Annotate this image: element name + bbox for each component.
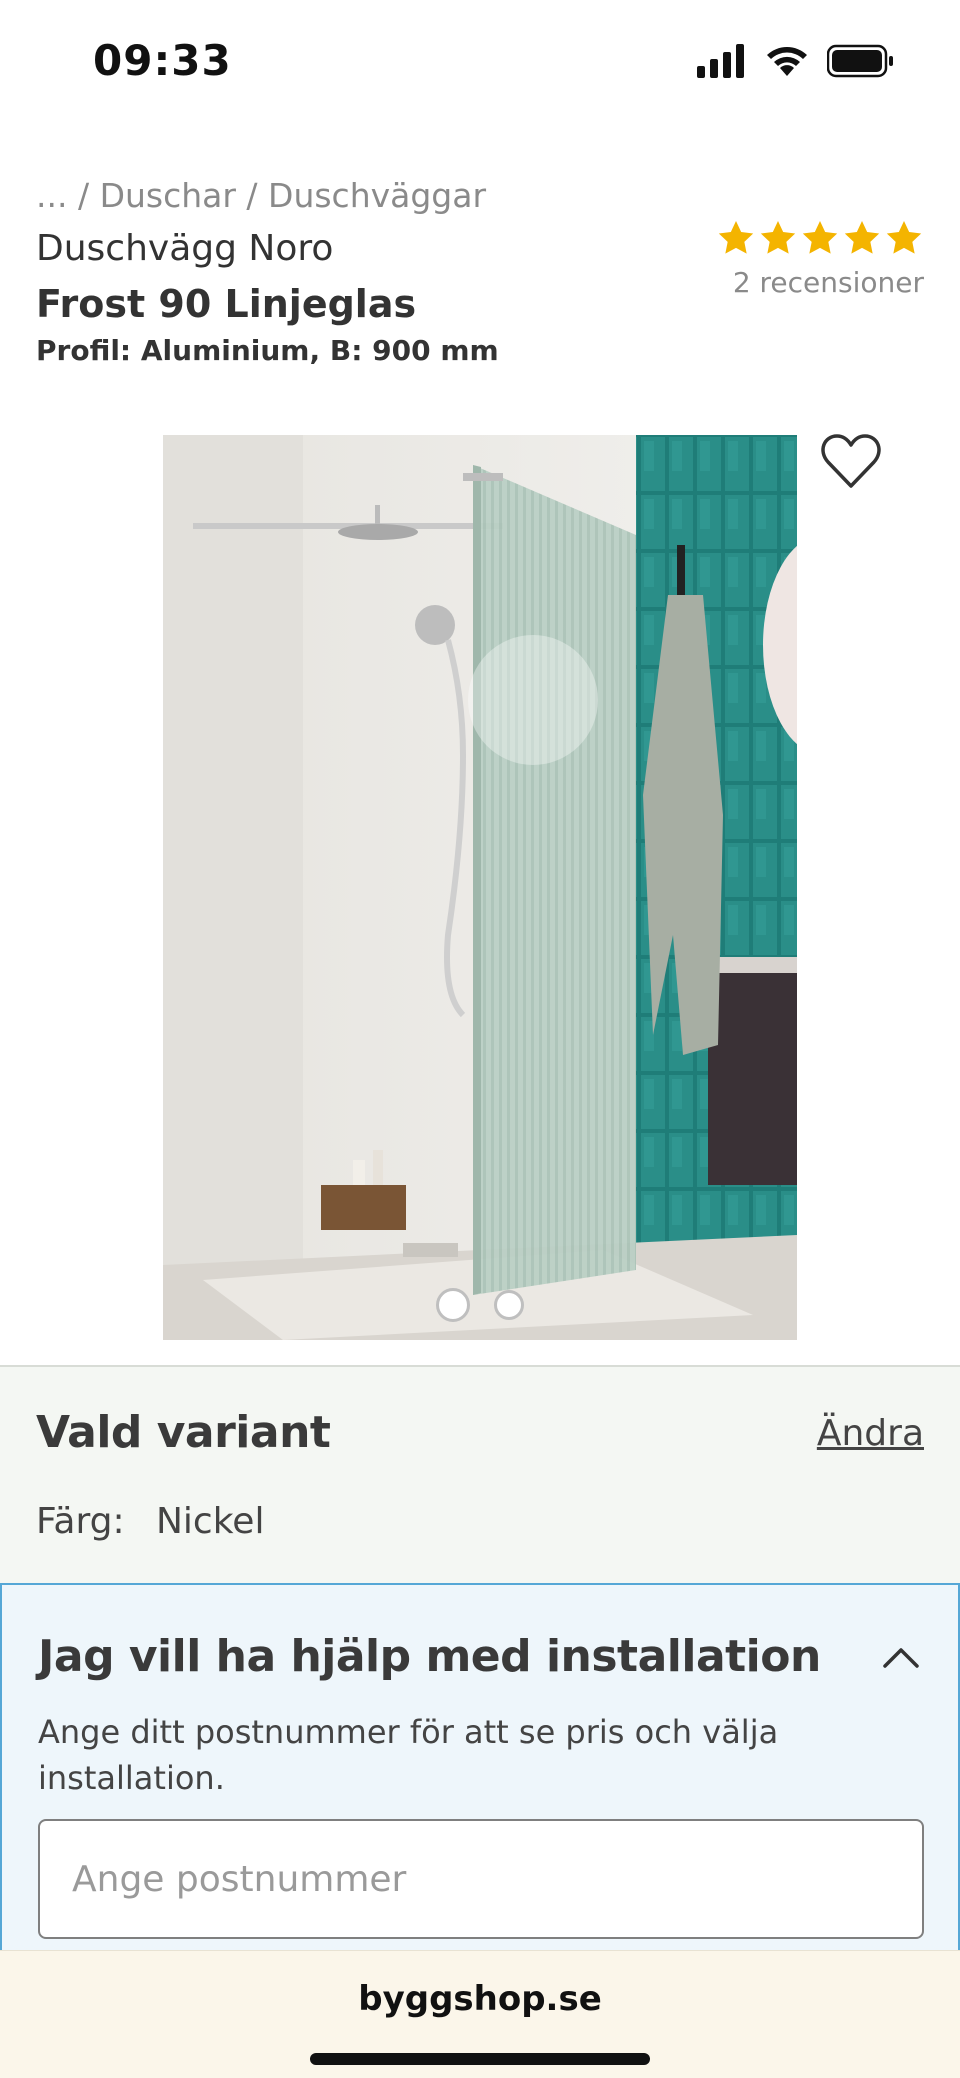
postcode-input[interactable] xyxy=(38,1819,924,1939)
browser-domain[interactable]: byggshop.se xyxy=(0,1979,960,2019)
favorite-heart-icon[interactable] xyxy=(820,432,882,490)
installation-help-title[interactable]: Jag vill ha hjälp med installation xyxy=(38,1631,821,1682)
chevron-up-icon[interactable] xyxy=(882,1645,920,1669)
star-icon xyxy=(844,221,880,254)
product-variant-title: Frost 90 Linjeglas xyxy=(36,282,417,326)
star-icon xyxy=(718,221,754,254)
page: 09:33 ... / Duschar / Duschväggar Duschv… xyxy=(0,0,960,2078)
installation-help-section: Jag vill ha hjälp med installation Ange … xyxy=(0,1583,960,1963)
star-icon xyxy=(760,221,796,254)
wifi-icon xyxy=(767,47,807,76)
rating[interactable]: 2 recensioner xyxy=(716,218,924,299)
status-bar: 09:33 xyxy=(0,0,960,120)
breadcrumb[interactable]: ... / Duschar / Duschväggar xyxy=(36,176,486,215)
star-rating xyxy=(716,218,924,258)
product-photo xyxy=(163,435,797,1340)
battery-icon xyxy=(827,44,893,78)
star-icon xyxy=(802,221,838,254)
home-indicator[interactable] xyxy=(310,2053,650,2065)
color-value: Nickel xyxy=(156,1501,265,1542)
product-name: Duschvägg Noro xyxy=(36,228,334,269)
star-icon xyxy=(886,221,922,254)
change-variant-link[interactable]: Ändra xyxy=(817,1413,924,1454)
selected-variant-title: Vald variant xyxy=(36,1407,331,1458)
browser-address-bar[interactable]: byggshop.se xyxy=(0,1950,960,2078)
cellular-signal-icon xyxy=(697,44,744,78)
status-icons xyxy=(697,44,895,78)
pagination-dot[interactable] xyxy=(494,1290,524,1320)
selected-variant-section: Vald variant Ändra Färg: Nickel xyxy=(0,1365,960,1585)
reviews-link[interactable]: 2 recensioner xyxy=(716,266,924,299)
color-label: Färg: xyxy=(36,1501,125,1542)
image-pagination xyxy=(0,1288,960,1322)
installation-help-description: Ange ditt postnummer för att se pris och… xyxy=(38,1713,779,1797)
status-time: 09:33 xyxy=(93,36,232,85)
product-image[interactable] xyxy=(163,435,797,1340)
product-spec: Profil: Aluminium, B: 900 mm xyxy=(36,334,499,367)
pagination-dot-active[interactable] xyxy=(436,1288,470,1322)
